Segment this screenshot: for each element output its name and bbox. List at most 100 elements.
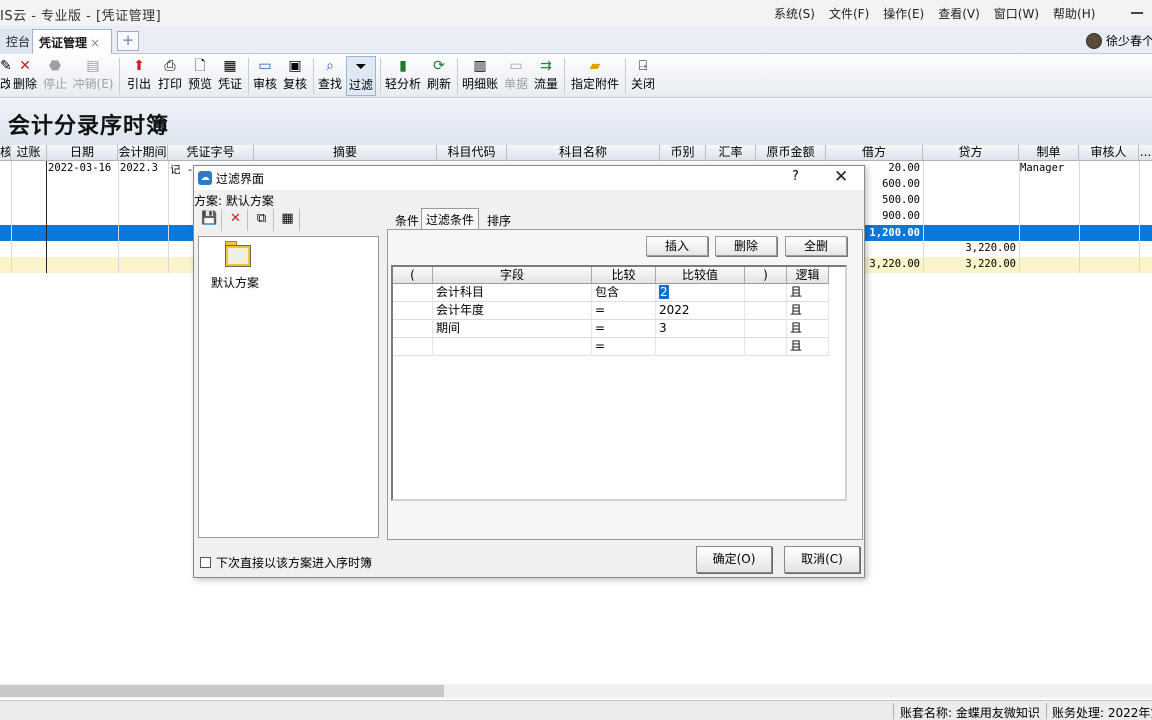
audit-button[interactable]: ▭ 审核 [251,56,279,96]
tab-workbench[interactable]: 控台 [0,29,37,54]
menu-view[interactable]: 查看(V) [938,5,980,22]
col-summary[interactable]: 摘要 [254,145,437,161]
cell-compare-value[interactable] [656,338,745,356]
insert-button[interactable]: 插入 [646,236,708,256]
col-posted[interactable]: 过账 [11,145,47,161]
cancel-button[interactable]: 取消(C) [784,546,860,573]
col-date[interactable]: 日期 [47,145,118,161]
col-more[interactable]: ... [1139,145,1152,161]
cell-compare[interactable]: 包含 [592,284,656,302]
condition-grid: ( 字段 比较 比较值 ) 逻辑 会计科目 包含 2 且 会计年度 = 2022… [391,265,847,501]
filter-button[interactable]: ⏷ 过滤 [346,56,376,96]
col-auditor[interactable]: 审核人 [1079,145,1139,161]
detail-ledger-button[interactable]: ▥ 明细账 [460,56,500,96]
condition-row[interactable]: 期间 = 3 且 [393,320,829,338]
col-account-code[interactable]: 科目代码 [437,145,507,161]
condition-row[interactable]: 会计科目 包含 2 且 [393,284,829,302]
delete-button[interactable]: 删除 [715,236,777,256]
dialog-title-bar[interactable]: ☁ 过滤界面 ? ✕ [194,166,864,190]
col-original-amount[interactable]: 原币金额 [756,145,826,161]
menu-window[interactable]: 窗口(W) [994,5,1039,22]
cell-logic[interactable]: 且 [787,302,829,320]
grid-line [11,161,12,273]
col-maker[interactable]: 制单 [1019,145,1079,161]
cell-field[interactable] [433,338,592,356]
audit-icon: ▭ [258,58,272,74]
col-account-name[interactable]: 科目名称 [507,145,660,161]
cell-open-paren[interactable] [393,302,433,320]
filter-dialog: ☁ 过滤界面 ? ✕ 方案: 默认方案 💾 ✕ ⧉ ▦ 默认方案 条件 过滤条件… [193,165,865,578]
menu-help[interactable]: 帮助(H) [1053,5,1095,22]
user-info[interactable]: 徐少春个 [1086,32,1152,49]
cell-compare[interactable]: = [592,338,656,356]
folder-icon[interactable] [223,241,253,269]
cell-compare[interactable]: = [592,320,656,338]
add-tab-icon[interactable]: + [117,31,139,51]
tab-sort[interactable]: 排序 [483,210,515,230]
cell-close-paren[interactable] [745,302,787,320]
delete-all-button[interactable]: 全删 [785,236,847,256]
cashflow-button[interactable]: ⇉ 流量 [532,56,560,96]
col-audit[interactable]: 核 [0,145,11,161]
menu-file[interactable]: 文件(F) [829,5,869,22]
refresh-button[interactable]: ⟳ 刷新 [425,56,453,96]
cell-close-paren[interactable] [745,338,787,356]
cell-open-paren[interactable] [393,284,433,302]
tab-filter-conditions[interactable]: 过滤条件 [421,208,480,230]
save-as-icon[interactable]: ⧉ [250,209,274,231]
export-button[interactable]: ⬆ 引出 [125,56,153,96]
save-icon[interactable]: 💾 [198,209,222,231]
col-open-paren: ( [393,267,433,284]
cell-logic[interactable]: 且 [787,320,829,338]
close-button[interactable]: ⍈ 关闭 [628,56,658,96]
col-credit[interactable]: 贷方 [923,145,1019,161]
delete-button[interactable]: ✕ 删除 [11,56,39,96]
condition-row[interactable]: 会计年度 = 2022 且 [393,302,829,320]
condition-grid-header: ( 字段 比较 比较值 ) 逻辑 [393,267,829,284]
edit-button[interactable]: ✎ 改 [0,56,10,96]
menu-operate[interactable]: 操作(E) [883,5,924,22]
help-icon[interactable]: ? [792,169,799,184]
col-rate[interactable]: 汇率 [706,145,756,161]
col-voucher-no[interactable]: 凭证字号 [168,145,254,161]
scheme-item-default[interactable]: 默认方案 [211,274,259,291]
print-button[interactable]: ⎙ 打印 [156,56,184,96]
col-currency[interactable]: 币别 [660,145,706,161]
preview-button[interactable]: 🗋 预览 [186,56,214,96]
cell-field[interactable]: 会计科目 [433,284,592,302]
cell-logic[interactable]: 且 [787,284,829,302]
scrollbar-thumb[interactable] [0,685,444,697]
cell-compare[interactable]: = [592,302,656,320]
condition-row[interactable]: = 且 [393,338,829,356]
ok-button[interactable]: 确定(O) [696,546,772,573]
close-icon[interactable]: × [90,36,100,50]
auto-scheme-checkbox[interactable] [200,557,211,568]
cell-close-paren[interactable] [745,284,787,302]
menu-system[interactable]: 系统(S) [774,5,815,22]
tab-conditions[interactable]: 条件 [391,210,423,230]
col-debit[interactable]: 借方 [826,145,923,161]
voucher-button[interactable]: ▦ 凭证 [216,56,244,96]
cell-open-paren[interactable] [393,338,433,356]
cell-compare-value[interactable]: 3 [656,320,745,338]
cell-compare-value[interactable]: 2022 [656,302,745,320]
cell-field[interactable]: 会计年度 [433,302,592,320]
auto-scheme-label: 下次直接以该方案进入序时簿 [216,556,373,570]
recheck-button[interactable]: ▣ 复核 [281,56,309,96]
minimize-icon[interactable] [1130,4,1144,18]
cell-logic[interactable]: 且 [787,338,829,356]
compare-value-input[interactable]: 2 [659,285,669,299]
col-period[interactable]: 会计期间 [118,145,168,161]
cell-close-paren[interactable] [745,320,787,338]
auto-scheme-option[interactable]: 下次直接以该方案进入序时簿 [200,554,372,571]
cell-field[interactable]: 期间 [433,320,592,338]
tab-voucher-management[interactable]: 凭证管理 × [32,29,112,54]
grid-settings-icon[interactable]: ▦ [276,209,300,231]
cell-compare-value[interactable]: 2 [656,284,745,302]
dialog-close-icon[interactable]: ✕ [834,167,848,187]
light-analysis-button[interactable]: ▮ 轻分析 [383,56,423,96]
find-button[interactable]: ⌕ 查找 [316,56,344,96]
attach-button[interactable]: ▰ 指定附件 [568,56,622,96]
cell-open-paren[interactable] [393,320,433,338]
delete-scheme-icon[interactable]: ✕ [224,209,248,231]
